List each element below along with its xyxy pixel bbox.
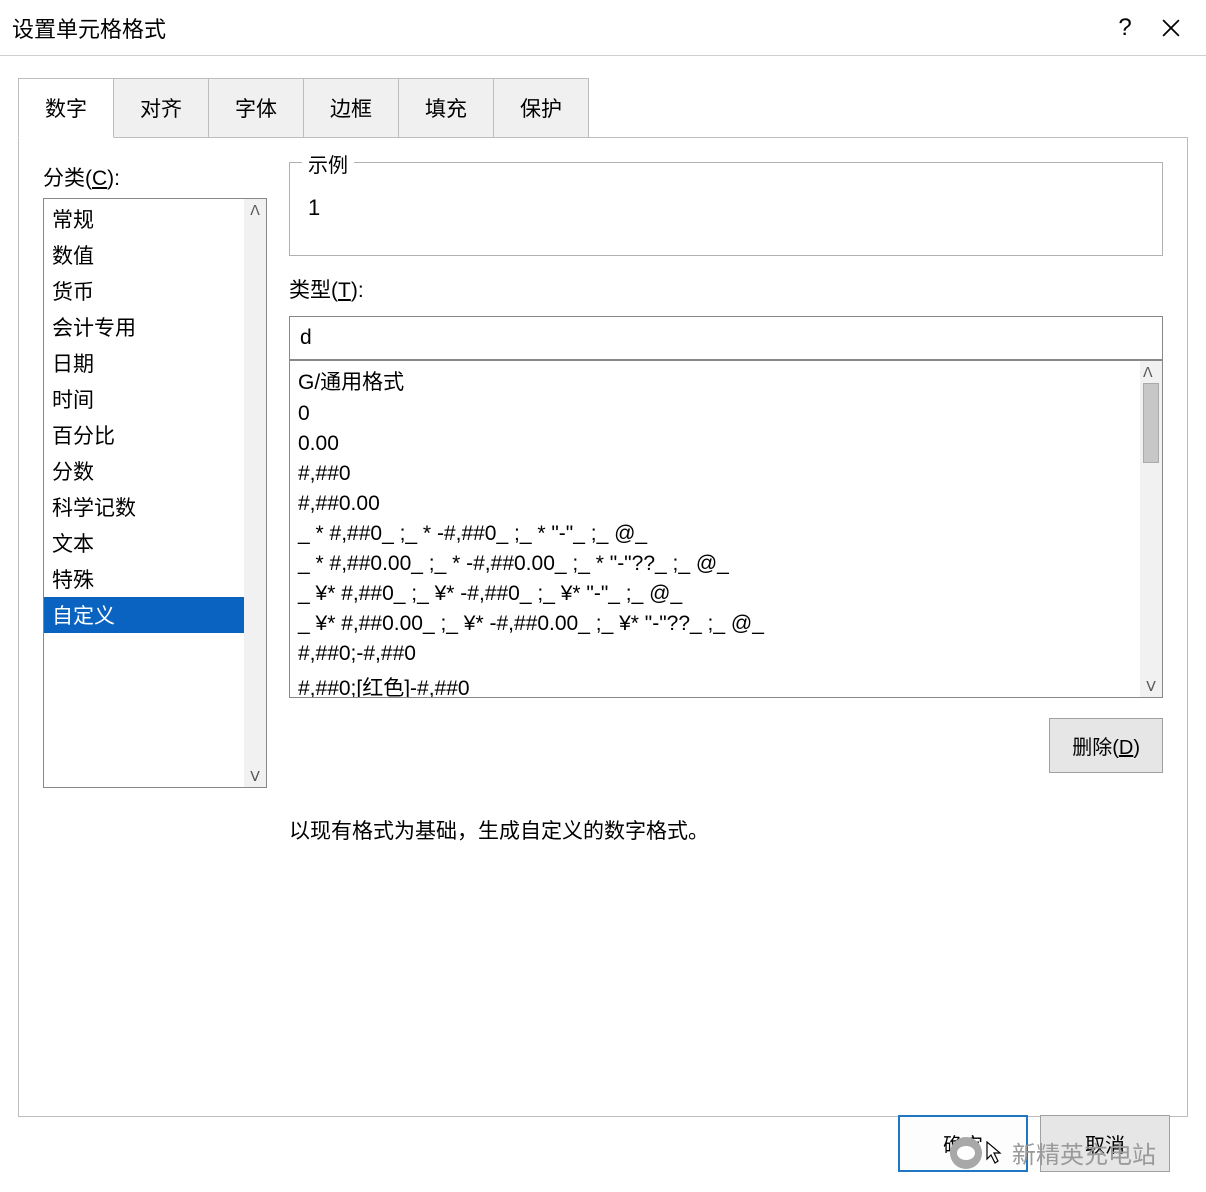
- format-item[interactable]: G/通用格式: [296, 363, 1134, 399]
- format-item[interactable]: #,##0.00: [296, 489, 1134, 519]
- format-item[interactable]: #,##0;-#,##0: [296, 639, 1134, 669]
- category-item[interactable]: 百分比: [44, 417, 244, 453]
- category-item[interactable]: 特殊: [44, 561, 244, 597]
- dialog-footer: 确定 取消: [898, 1115, 1170, 1172]
- tab-protect[interactable]: 保护: [493, 78, 589, 138]
- titlebar: 设置单元格格式 ?: [0, 0, 1206, 56]
- scroll-thumb[interactable]: [1143, 383, 1159, 463]
- format-scrollbar[interactable]: ᐱ ᐯ: [1140, 361, 1162, 697]
- tab-border[interactable]: 边框: [303, 78, 399, 138]
- category-item[interactable]: 常规: [44, 201, 244, 237]
- category-item[interactable]: 时间: [44, 381, 244, 417]
- description-text: 以现有格式为基础，生成自定义的数字格式。: [289, 815, 1163, 845]
- type-label: 类型(T):: [289, 274, 1163, 304]
- cancel-button[interactable]: 取消: [1040, 1115, 1170, 1172]
- help-button[interactable]: ?: [1102, 5, 1148, 51]
- scroll-up-icon[interactable]: ᐱ: [1143, 363, 1159, 381]
- category-item[interactable]: 科学记数: [44, 489, 244, 525]
- tab-align[interactable]: 对齐: [113, 78, 209, 138]
- ok-button[interactable]: 确定: [898, 1115, 1028, 1172]
- format-item[interactable]: _ * #,##0_ ;_ * -#,##0_ ;_ * "-"_ ;_ @_: [296, 519, 1134, 549]
- type-input[interactable]: [289, 316, 1163, 360]
- tab-bar: 数字 对齐 字体 边框 填充 保护: [18, 78, 1188, 138]
- sample-fieldset: 示例 1: [289, 162, 1163, 256]
- dialog-title: 设置单元格格式: [12, 12, 1102, 44]
- tab-panel: 分类(C): 常规数值货币会计专用日期时间百分比分数科学记数文本特殊自定义 ᐱ …: [18, 137, 1188, 1117]
- tab-number[interactable]: 数字: [18, 78, 114, 138]
- tab-font[interactable]: 字体: [208, 78, 304, 138]
- format-item[interactable]: 0.00: [296, 429, 1134, 459]
- format-item[interactable]: #,##0;[红色]-#,##0: [296, 669, 1134, 697]
- format-item[interactable]: _ * #,##0.00_ ;_ * -#,##0.00_ ;_ * "-"??…: [296, 549, 1134, 579]
- sample-value: 1: [304, 181, 1148, 221]
- close-button[interactable]: [1148, 5, 1194, 51]
- category-item[interactable]: 日期: [44, 345, 244, 381]
- format-item[interactable]: _ ¥* #,##0.00_ ;_ ¥* -#,##0.00_ ;_ ¥* "-…: [296, 609, 1134, 639]
- tab-fill[interactable]: 填充: [398, 78, 494, 138]
- format-item[interactable]: _ ¥* #,##0_ ;_ ¥* -#,##0_ ;_ ¥* "-"_ ;_ …: [296, 579, 1134, 609]
- scroll-up-icon[interactable]: ᐱ: [250, 201, 260, 219]
- sample-legend: 示例: [302, 149, 354, 178]
- category-scrollbar[interactable]: ᐱ ᐯ: [244, 199, 266, 787]
- category-item[interactable]: 货币: [44, 273, 244, 309]
- category-label: 分类(C):: [43, 162, 267, 192]
- category-item[interactable]: 会计专用: [44, 309, 244, 345]
- format-listbox[interactable]: G/通用格式00.00#,##0#,##0.00_ * #,##0_ ;_ * …: [289, 360, 1163, 698]
- close-icon: [1162, 19, 1180, 37]
- format-item[interactable]: #,##0: [296, 459, 1134, 489]
- scroll-down-icon[interactable]: ᐯ: [1146, 677, 1156, 695]
- category-item[interactable]: 数值: [44, 237, 244, 273]
- format-item[interactable]: 0: [296, 399, 1134, 429]
- category-item[interactable]: 分数: [44, 453, 244, 489]
- category-listbox[interactable]: 常规数值货币会计专用日期时间百分比分数科学记数文本特殊自定义 ᐱ ᐯ: [43, 198, 267, 788]
- category-item[interactable]: 文本: [44, 525, 244, 561]
- scroll-down-icon[interactable]: ᐯ: [250, 767, 260, 785]
- category-item[interactable]: 自定义: [44, 597, 244, 633]
- delete-button[interactable]: 删除(D): [1049, 718, 1163, 773]
